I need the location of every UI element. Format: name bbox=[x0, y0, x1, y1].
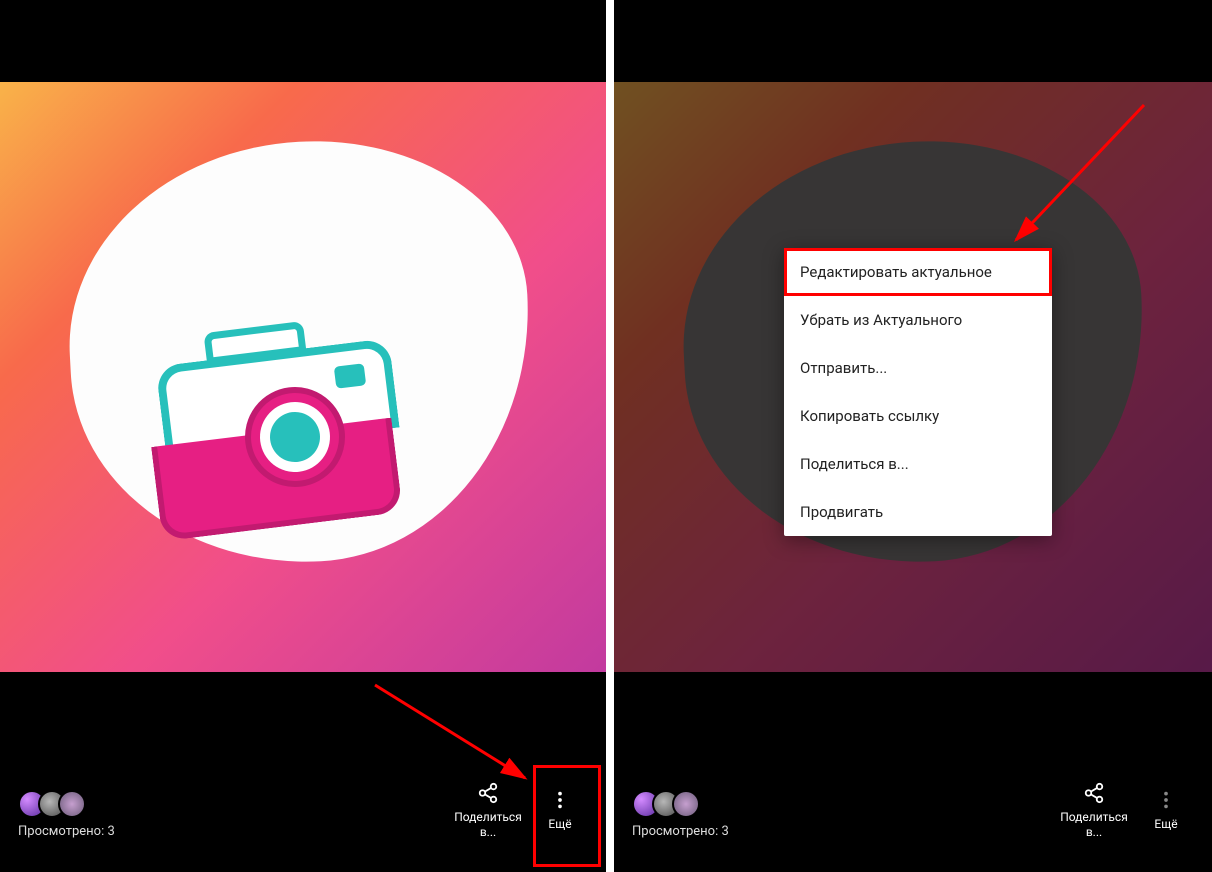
left-screenshot: Просмотрено: 3 Поделиться в... Ещё bbox=[0, 0, 606, 872]
story-bottom-bar: Просмотрено: 3 Поделиться в... Ещё bbox=[614, 757, 1212, 872]
menu-item-remove-highlight[interactable]: Убрать из Актуального bbox=[784, 296, 1052, 344]
menu-item-promote[interactable]: Продвигать bbox=[784, 488, 1052, 536]
viewers-block[interactable]: Просмотрено: 3 bbox=[632, 782, 729, 839]
avatar bbox=[58, 790, 86, 818]
menu-item-send[interactable]: Отправить... bbox=[784, 344, 1052, 392]
camera-illustration bbox=[160, 332, 410, 532]
story-bottom-bar: Просмотрено: 3 Поделиться в... Ещё bbox=[0, 757, 606, 872]
more-menu: Редактировать актуальное Убрать из Актуа… bbox=[784, 248, 1052, 536]
share-label: Поделиться в... bbox=[452, 810, 524, 839]
view-count-label: Просмотрено: 3 bbox=[18, 824, 115, 839]
avatar-stack bbox=[632, 790, 700, 818]
more-button[interactable]: Ещё bbox=[1130, 771, 1202, 851]
more-vertical-icon bbox=[1155, 789, 1177, 811]
menu-item-edit-highlight[interactable]: Редактировать актуальное bbox=[784, 248, 1052, 296]
menu-item-share[interactable]: Поделиться в... bbox=[784, 440, 1052, 488]
view-count-label: Просмотрено: 3 bbox=[632, 824, 729, 839]
top-black-bar bbox=[614, 0, 1212, 82]
top-black-bar bbox=[0, 0, 606, 82]
avatar bbox=[672, 790, 700, 818]
right-screenshot: Редактировать актуальное Убрать из Актуа… bbox=[606, 0, 1212, 872]
viewers-block[interactable]: Просмотрено: 3 bbox=[18, 782, 115, 839]
more-label: Ещё bbox=[1154, 817, 1177, 831]
more-label: Ещё bbox=[548, 817, 571, 831]
avatar-stack bbox=[18, 790, 86, 818]
menu-item-copy-link[interactable]: Копировать ссылку bbox=[784, 392, 1052, 440]
share-label: Поделиться в... bbox=[1058, 810, 1130, 839]
share-button[interactable]: Поделиться в... bbox=[452, 771, 524, 851]
more-vertical-icon bbox=[549, 789, 571, 811]
share-icon bbox=[1083, 782, 1105, 804]
story-content[interactable] bbox=[0, 82, 606, 672]
share-icon bbox=[477, 782, 499, 804]
more-button[interactable]: Ещё bbox=[524, 771, 596, 851]
share-button[interactable]: Поделиться в... bbox=[1058, 771, 1130, 851]
